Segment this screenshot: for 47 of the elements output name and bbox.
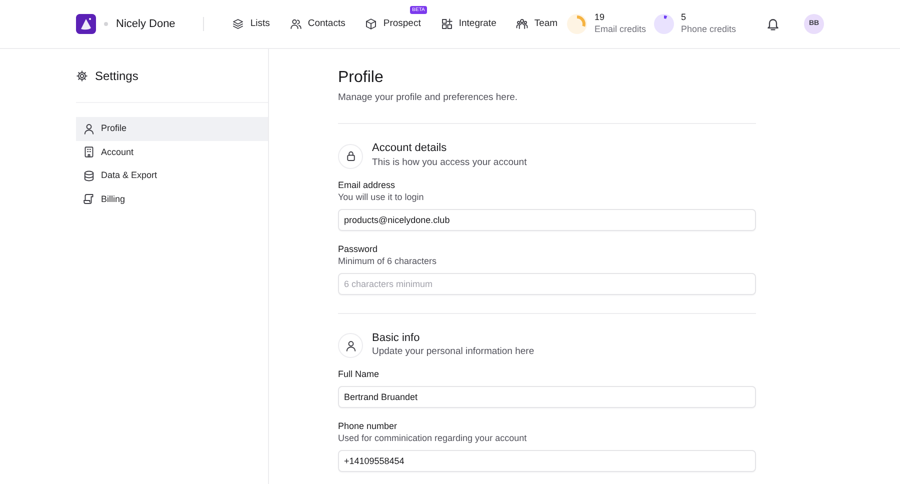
page-subtitle: Manage your profile and preferences here. [338, 91, 519, 106]
sidebar-item[interactable]: Billing [76, 188, 268, 211]
settings-title: Settings [95, 68, 138, 84]
people-icon [290, 18, 302, 30]
logo-icon[interactable] [76, 14, 96, 34]
sidebar-item[interactable]: Data & Export [76, 164, 268, 188]
field-label: Full Name [338, 368, 380, 381]
credit-label: Email credits [594, 24, 646, 36]
field-hint: Used for comminication regarding your account [338, 432, 528, 445]
building-icon [83, 146, 95, 158]
settings-icon [76, 70, 88, 82]
nav-link[interactable]: Contacts [290, 16, 346, 32]
person-icon [83, 122, 95, 135]
person-icon [344, 340, 356, 352]
section-subtitle: Update your personal information here [372, 345, 534, 360]
database-icon [83, 170, 95, 182]
lock-icon [344, 150, 356, 162]
nav-link[interactable]: Lists [232, 16, 270, 32]
page-title: Profile [338, 68, 384, 88]
credit-count: 19 [594, 12, 606, 24]
input-field[interactable]: +14109558454 [338, 450, 756, 472]
credit-meter [567, 14, 588, 34]
credit-count: 5 [680, 12, 687, 24]
grid-plus-icon [440, 18, 453, 30]
section-title: Basic info [372, 332, 421, 346]
layers-icon [232, 18, 244, 30]
nav-link[interactable]: Team [516, 16, 558, 32]
notification-bell-icon[interactable] [766, 17, 780, 31]
field-label: Password [338, 242, 379, 256]
field-hint: Minimum of 6 characters [338, 255, 438, 268]
nav-link[interactable]: Integrate [440, 16, 496, 32]
credit-label: Phone credits [680, 24, 736, 36]
input-field[interactable]: 6 characters minimum [338, 272, 756, 295]
field-hint: You will use it to login [338, 191, 425, 204]
team-icon [516, 18, 528, 30]
field-label: Email address [338, 178, 396, 192]
input-field[interactable]: Bertrand Bruandet [338, 386, 756, 408]
field-label: Phone number [338, 420, 398, 432]
section-title: Account details [372, 142, 448, 156]
section-subtitle: This is how you access your account [372, 156, 527, 170]
receipt-icon [83, 193, 95, 206]
sidebar-item[interactable]: Profile [76, 117, 268, 140]
input-field[interactable]: products@nicelydone.club [338, 208, 756, 231]
credit-meter [654, 14, 674, 34]
brand-name[interactable]: Nicely Done [116, 16, 176, 32]
cube-icon [365, 18, 378, 30]
sidebar-item[interactable]: Account [76, 140, 268, 164]
